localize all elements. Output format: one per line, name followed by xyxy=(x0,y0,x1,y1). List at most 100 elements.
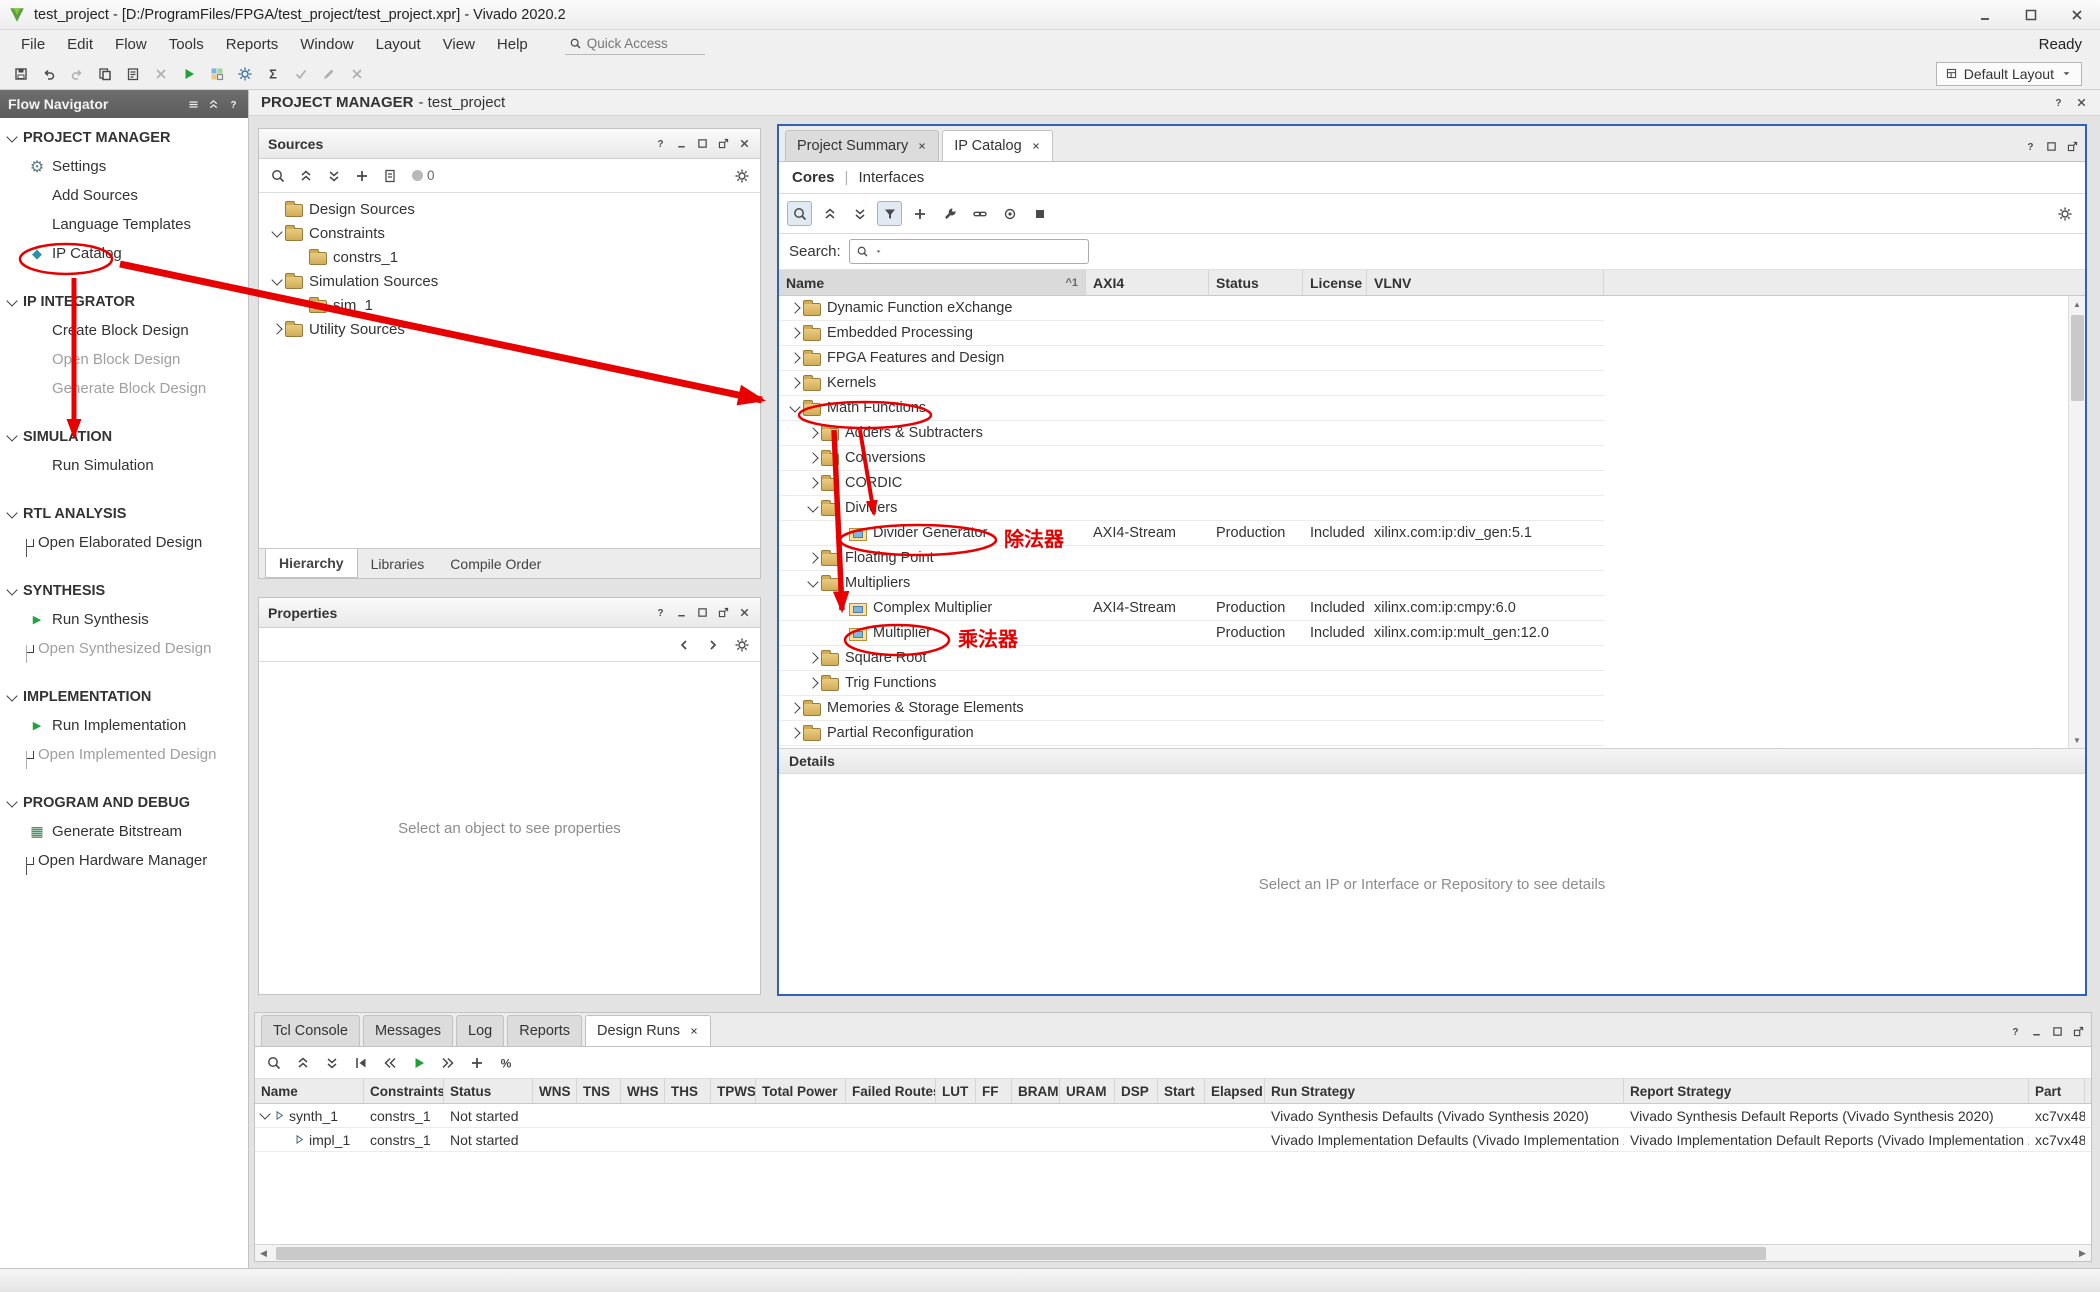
tree-expander[interactable] xyxy=(805,425,821,441)
scope-icon[interactable] xyxy=(377,163,402,188)
tree-expander[interactable] xyxy=(805,575,821,591)
scroll-up-icon[interactable]: ▲ xyxy=(2073,296,2081,312)
float-icon[interactable] xyxy=(2072,1025,2085,1038)
ip-catalog-row[interactable]: Divider Generator AXI4-Stream Production… xyxy=(779,521,1604,546)
tree-expander[interactable] xyxy=(805,500,821,516)
ip-catalog-row[interactable]: Embedded Processing xyxy=(779,321,1604,346)
help-icon[interactable] xyxy=(2024,140,2037,153)
flow-blocks-icon[interactable] xyxy=(204,61,230,87)
collapse-all-icon[interactable] xyxy=(293,163,318,188)
help-icon[interactable] xyxy=(2009,1025,2022,1038)
flow-section-header[interactable]: RTL ANALYSIS xyxy=(0,500,248,528)
ip-catalog-row[interactable]: Conversions xyxy=(779,446,1604,471)
ip-search-input[interactable] xyxy=(888,244,1068,260)
expand-all-icon[interactable] xyxy=(847,201,872,226)
source-sim-1[interactable]: sim_1 xyxy=(259,293,760,317)
flow-item-run-synthesis[interactable]: Run Synthesis xyxy=(0,605,248,634)
col-dsp[interactable]: DSP xyxy=(1115,1079,1158,1103)
help-icon[interactable] xyxy=(654,137,667,150)
tab-messages[interactable]: Messages xyxy=(363,1015,453,1046)
tree-expander[interactable] xyxy=(269,201,285,217)
minimize-icon[interactable] xyxy=(675,606,688,619)
search-icon[interactable] xyxy=(787,201,812,226)
scroll-down-icon[interactable]: ▼ xyxy=(2073,732,2081,748)
source-design-sources[interactable]: Design Sources xyxy=(259,197,760,221)
maximize-icon[interactable] xyxy=(2045,140,2058,153)
settings-gear-icon[interactable] xyxy=(729,163,754,188)
col-ff[interactable]: FF xyxy=(976,1079,1012,1103)
close-icon[interactable] xyxy=(2075,96,2088,109)
flow-item-open-synthesized-design[interactable]: Open Synthesized Design xyxy=(0,634,248,663)
customize-ip-icon[interactable] xyxy=(937,201,962,226)
col-constraints[interactable]: Constraints xyxy=(364,1079,444,1103)
tree-expander[interactable] xyxy=(805,550,821,566)
tree-expander[interactable] xyxy=(787,325,803,341)
scrollbar-thumb[interactable] xyxy=(276,1247,1766,1260)
col-uram[interactable]: URAM xyxy=(1060,1079,1115,1103)
search-icon[interactable] xyxy=(261,1050,286,1075)
col-part[interactable]: Part xyxy=(2029,1079,2085,1103)
undo-icon[interactable] xyxy=(36,61,62,87)
cancel-icon[interactable] xyxy=(344,61,370,87)
tab-tcl-console[interactable]: Tcl Console xyxy=(261,1015,360,1046)
search-icon[interactable] xyxy=(265,163,290,188)
flow-item-open-hardware-manager[interactable]: Open Hardware Manager xyxy=(0,846,248,875)
close-icon[interactable] xyxy=(738,606,751,619)
ip-catalog-row[interactable]: Dividers xyxy=(779,496,1604,521)
flow-section-header[interactable]: PROGRAM AND DEBUG xyxy=(0,789,248,817)
step-forward-icon[interactable] xyxy=(435,1050,460,1075)
tree-expander[interactable] xyxy=(787,300,803,316)
ip-catalog-row[interactable]: Floating Point xyxy=(779,546,1604,571)
tree-expander[interactable] xyxy=(805,650,821,666)
help-icon[interactable] xyxy=(227,98,240,111)
flow-item-run-implementation[interactable]: Run Implementation xyxy=(0,711,248,740)
window-maximize-button[interactable] xyxy=(2008,0,2054,29)
flow-section-header[interactable]: PROJECT MANAGER xyxy=(0,124,248,152)
col-header-license[interactable]: License xyxy=(1303,270,1367,295)
tree-expander[interactable] xyxy=(257,1108,273,1124)
expand-all-icon[interactable] xyxy=(321,163,346,188)
settings-gear-icon[interactable] xyxy=(232,61,258,87)
ip-catalog-row[interactable]: Trig Functions xyxy=(779,671,1604,696)
ip-catalog-row[interactable]: FPGA Features and Design xyxy=(779,346,1604,371)
link-icon[interactable] xyxy=(967,201,992,226)
percent-icon[interactable] xyxy=(493,1050,518,1075)
col-wns[interactable]: WNS xyxy=(533,1079,577,1103)
float-icon[interactable] xyxy=(717,137,730,150)
ip-catalog-row[interactable]: Multiplier Production Included xilinx.co… xyxy=(779,621,1604,646)
col-header-vlnv[interactable]: VLNV xyxy=(1367,270,1604,295)
step-back-icon[interactable] xyxy=(377,1050,402,1075)
tree-expander[interactable] xyxy=(805,475,821,491)
col-whs[interactable]: WHS xyxy=(621,1079,665,1103)
tab-compile-order[interactable]: Compile Order xyxy=(437,549,554,578)
close-tab-icon[interactable] xyxy=(1031,141,1041,151)
ip-catalog-row[interactable]: Memories & Storage Elements xyxy=(779,696,1604,721)
scrollbar-thumb[interactable] xyxy=(2071,315,2084,401)
save-icon[interactable] xyxy=(8,61,34,87)
back-icon[interactable] xyxy=(671,632,696,657)
col-bram[interactable]: BRAM xyxy=(1012,1079,1060,1103)
flow-item-open-block-design[interactable]: Open Block Design xyxy=(0,345,248,374)
tree-expander[interactable] xyxy=(787,350,803,366)
menu-item[interactable]: Window xyxy=(289,33,364,56)
tab-hierarchy[interactable]: Hierarchy xyxy=(265,549,358,578)
col-tns[interactable]: TNS xyxy=(577,1079,621,1103)
collapse-all-icon[interactable] xyxy=(817,201,842,226)
col-name[interactable]: Name xyxy=(255,1079,364,1103)
validate-icon[interactable] xyxy=(288,61,314,87)
col-status[interactable]: Status xyxy=(444,1079,533,1103)
help-icon[interactable] xyxy=(2052,96,2065,109)
tree-expander[interactable] xyxy=(787,375,803,391)
create-run-icon[interactable] xyxy=(464,1050,489,1075)
flow-item-settings[interactable]: Settings xyxy=(0,152,248,181)
ip-catalog-row[interactable]: Adders & Subtracters xyxy=(779,421,1604,446)
maximize-icon[interactable] xyxy=(2051,1025,2064,1038)
expand-all-icon[interactable] xyxy=(319,1050,344,1075)
ip-catalog-row[interactable]: Complex Multiplier AXI4-Stream Productio… xyxy=(779,596,1604,621)
menu-item[interactable]: Help xyxy=(486,33,539,56)
menu-item[interactable]: Reports xyxy=(215,33,290,56)
settings-gear-icon[interactable] xyxy=(2052,201,2077,226)
add-sources-icon[interactable] xyxy=(349,163,374,188)
tab-libraries[interactable]: Libraries xyxy=(358,549,438,578)
collapse-all-icon[interactable] xyxy=(207,98,220,111)
